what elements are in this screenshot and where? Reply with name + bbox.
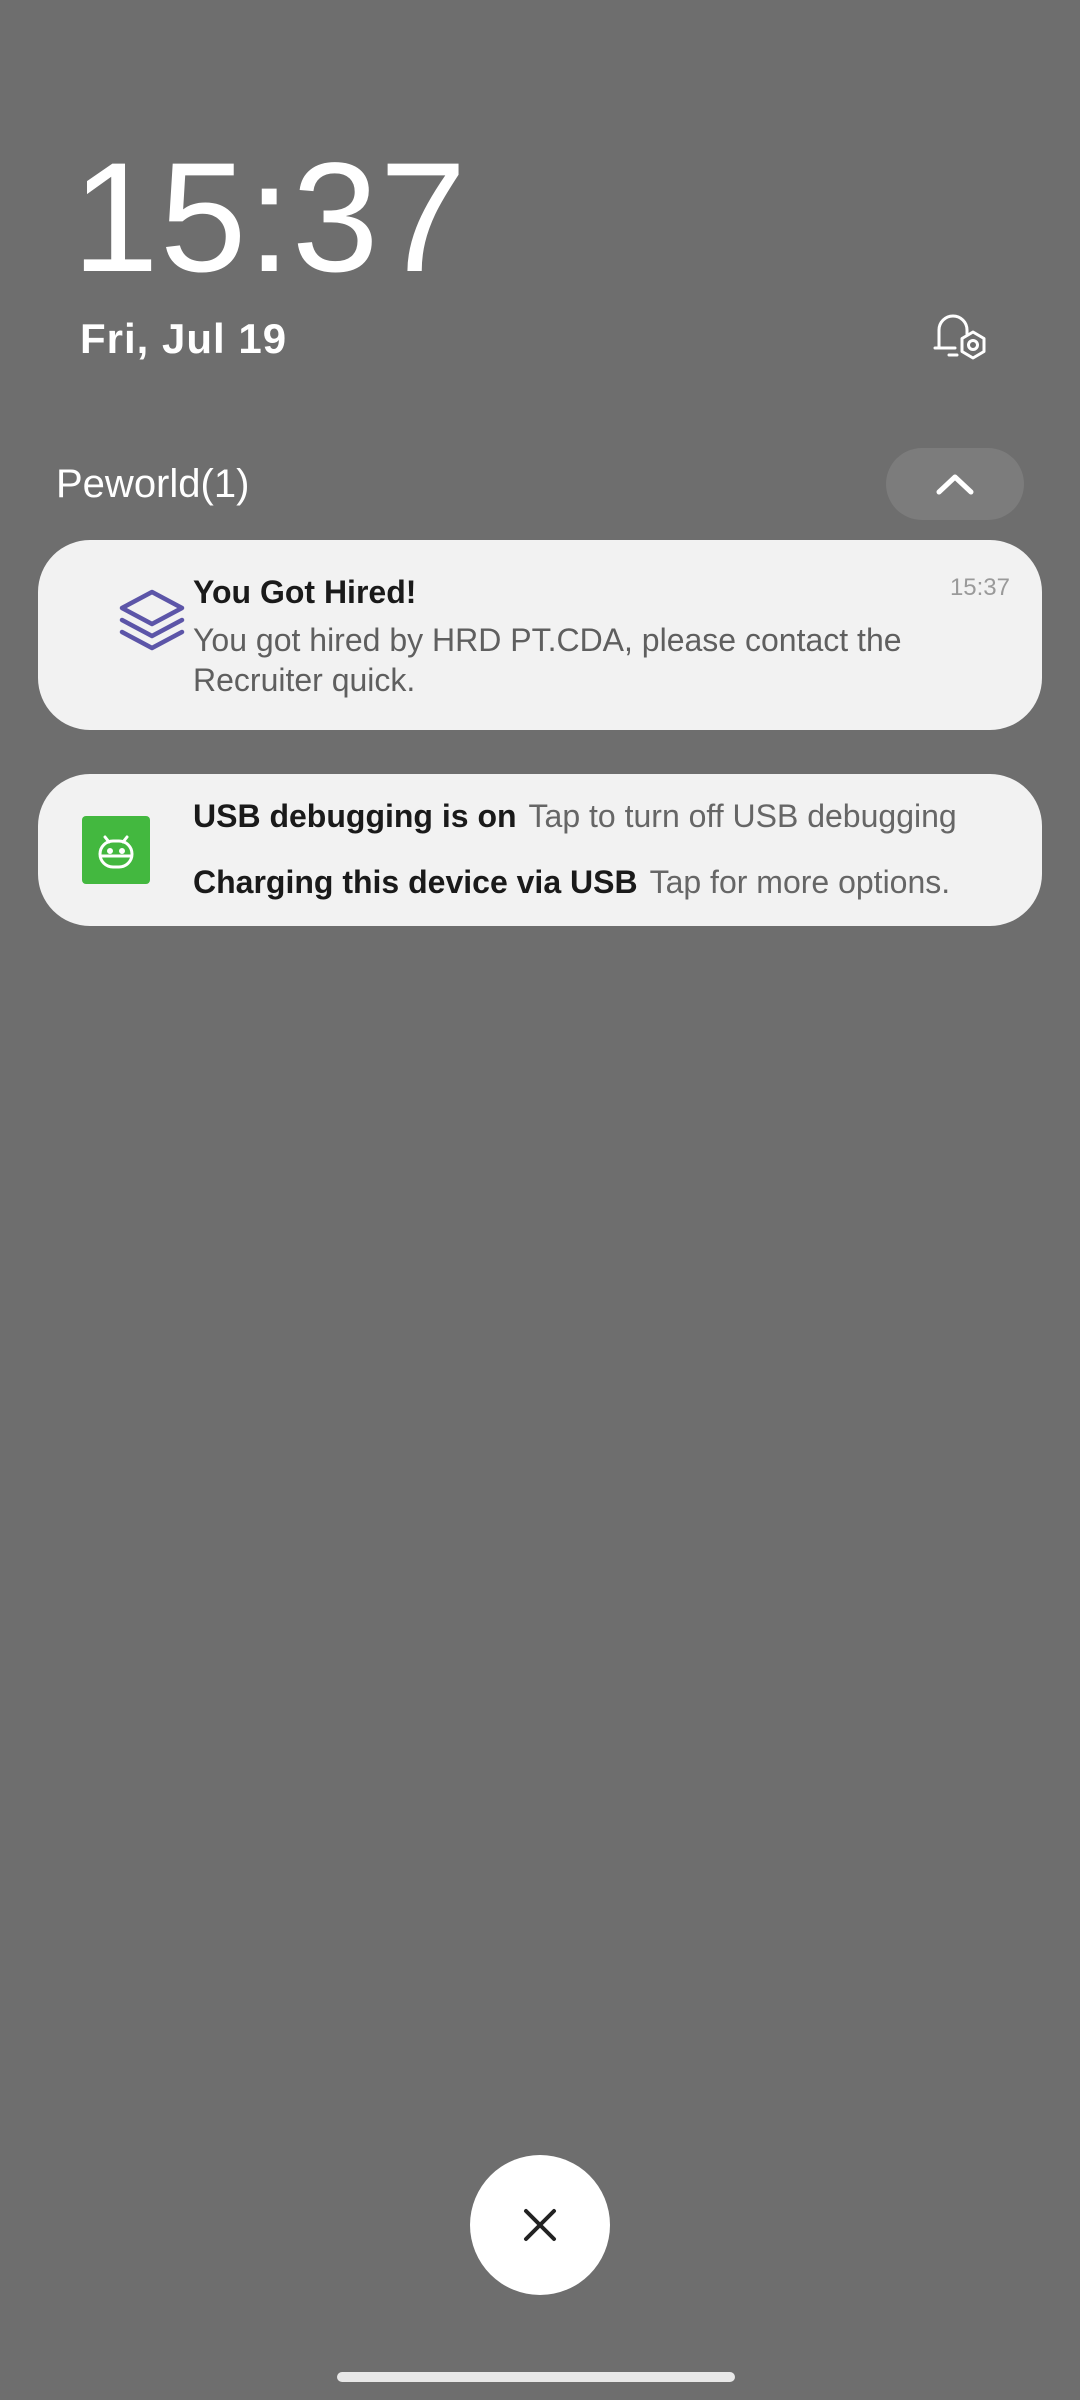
notification-body: You got hired by HRD PT.CDA, please cont… — [193, 622, 902, 698]
usb-debugging-row[interactable]: USB debugging is on Tap to turn off USB d… — [193, 798, 957, 835]
notification-group-title: Peworld(1) — [56, 462, 250, 506]
clock-date: Fri, Jul 19 — [80, 315, 288, 362]
lockscreen: 15:37 Fri, Jul 19 Peworld(1) You Got Hir… — [0, 0, 1080, 2400]
notification-title: You Got Hired! — [193, 574, 417, 610]
usb-charging-row[interactable]: Charging this device via USB Tap for more… — [193, 864, 950, 901]
notification-card-usb[interactable]: USB debugging is on Tap to turn off USB d… — [38, 774, 1042, 926]
chevron-up-icon — [936, 474, 974, 495]
usb-debugging-subtitle: Tap to turn off USB debugging — [528, 798, 957, 834]
android-icon — [82, 816, 150, 884]
usb-charging-subtitle: Tap for more options. — [649, 864, 951, 900]
notification-card-hired[interactable]: You Got Hired! 15:37 You got hired by HR… — [38, 540, 1042, 730]
usb-debugging-title: USB debugging is on — [193, 798, 517, 834]
home-gesture-bar[interactable] — [337, 2372, 735, 2382]
notification-settings-icon[interactable] — [925, 300, 995, 370]
clear-all-button[interactable] — [470, 2155, 610, 2295]
layers-icon — [116, 584, 188, 656]
usb-charging-title: Charging this device via USB — [193, 864, 638, 900]
close-icon — [524, 2209, 556, 2241]
collapse-group-button[interactable] — [886, 448, 1024, 520]
clock-time: 15:37 — [72, 131, 468, 305]
notification-time: 15:37 — [949, 574, 1010, 601]
